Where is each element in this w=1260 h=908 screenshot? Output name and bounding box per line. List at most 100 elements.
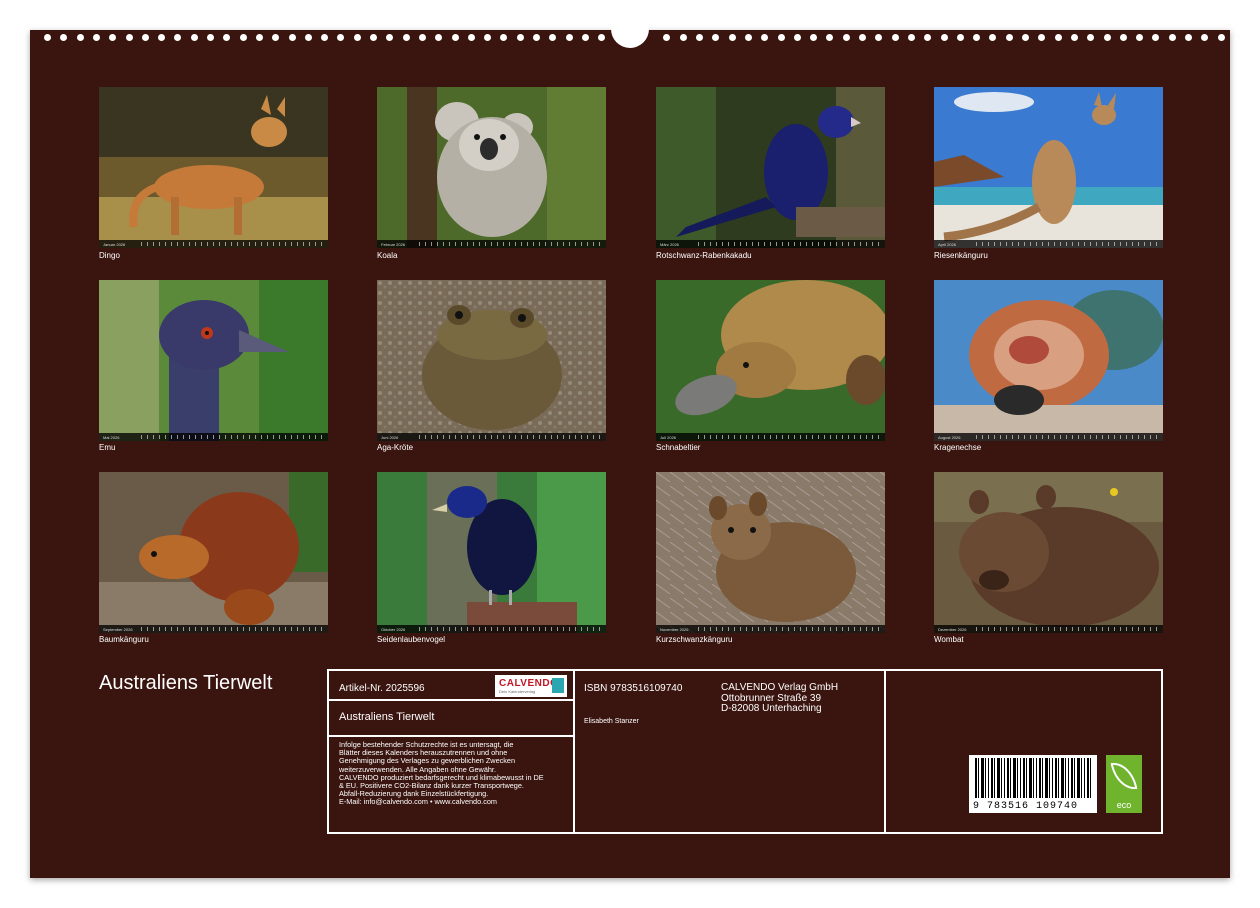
photo-emu: Mai 2026 [99, 280, 328, 441]
binding-hole [44, 34, 51, 41]
binding-hole [500, 34, 508, 41]
binding-hole [826, 34, 834, 41]
caption: Riesenkänguru [934, 251, 988, 260]
binding-hole [1005, 34, 1013, 41]
binding-hole [761, 34, 769, 41]
binding-hole [875, 34, 883, 41]
eco-label: eco [1116, 800, 1132, 810]
binding-hole [696, 34, 703, 41]
binding-hole [598, 34, 606, 41]
binding-hole [141, 34, 149, 41]
binding-hole [125, 34, 133, 41]
photo-bowerbird: Oktober 2026 [377, 472, 606, 633]
binding-hole [924, 34, 932, 41]
binding-hole [418, 34, 426, 41]
caption: Seidenlaubenvogel [377, 635, 446, 644]
caption: Emu [99, 443, 116, 452]
photo-cockatoo: März 2026 [656, 87, 885, 248]
month-label: Januar 2026 [103, 241, 126, 247]
calvendo-logo: CALVENDO Dein Kalenderverlag [495, 675, 567, 697]
binding-hole [435, 34, 443, 41]
photo-quokka: November 2026 [656, 472, 885, 633]
photo-frilled-lizard: August 2026 [934, 280, 1163, 441]
caption: Dingo [99, 251, 120, 260]
binding-hole [793, 34, 801, 41]
month-label: Juli 2026 [660, 434, 677, 440]
caption: Kragenechse [934, 443, 982, 452]
binding-hole [940, 34, 948, 41]
binding-hole [60, 34, 68, 41]
binding-hole [190, 34, 198, 41]
binding-hole [956, 34, 964, 41]
info-title: Australiens Tierwelt [339, 711, 435, 723]
binding-hole [337, 34, 345, 41]
binding-hole [907, 34, 915, 41]
binding-hole [663, 34, 671, 41]
binding-hole [1103, 34, 1111, 41]
photo-platypus: Juli 2026 [656, 280, 885, 441]
binding-hole [272, 34, 280, 41]
month-strip: Mai 2026 [99, 433, 328, 441]
binding-hole [402, 34, 410, 41]
binding-hole [174, 34, 182, 41]
caption: Baumkänguru [99, 635, 149, 644]
binding-hole [810, 34, 818, 41]
caption: Schnabeltier [656, 443, 701, 452]
eco-badge: eco [1106, 755, 1142, 813]
binding-hole [1038, 34, 1046, 41]
binding-hole [973, 34, 981, 41]
binding-hole [1217, 34, 1225, 41]
binding-hole [1119, 34, 1127, 41]
month-label: März 2026 [660, 241, 679, 247]
binding-hole [207, 34, 214, 41]
binding-hole [370, 34, 377, 41]
calendar-title: Australiens Tierwelt [99, 672, 273, 694]
month-label: Mai 2026 [103, 434, 120, 440]
binding-hole [1070, 34, 1078, 41]
publisher-address: CALVENDO Verlag GmbH Ottobrunner Straße 3… [721, 682, 839, 715]
binding-hole [92, 34, 100, 41]
binding-hole [288, 34, 296, 41]
publisher-line: D-82008 Unterhaching [721, 703, 822, 714]
binding-hole [565, 34, 573, 41]
binding-hole [109, 34, 117, 41]
info-box: Artikel-Nr. 2025596 CALVENDO Dein Kalend… [327, 669, 1163, 834]
binding-hole [1168, 34, 1176, 41]
month-strip: Januar 2026 [99, 240, 328, 248]
binding-hole [1201, 34, 1209, 41]
binding-hole [549, 34, 557, 41]
article-number: Artikel-Nr. 2025596 [339, 683, 425, 694]
photo-tree-kangaroo: September 2026 [99, 472, 328, 633]
binding-hole [304, 34, 312, 41]
photo-toad: Juni 2026 [377, 280, 606, 441]
binding-hole [158, 34, 166, 41]
month-label: November 2026 [660, 626, 689, 632]
legal-text: Infolge bestehender Schutzrechte ist es … [339, 740, 569, 807]
author: Elisabeth Stanzer [584, 718, 639, 725]
month-label: Oktober 2026 [381, 626, 406, 632]
binding-hole [842, 34, 850, 41]
month-strip: Oktober 2026 [377, 625, 606, 633]
month-strip: Juni 2026 [377, 433, 606, 441]
month-label: August 2026 [938, 434, 961, 440]
publisher-line: CALVENDO Verlag GmbH [721, 682, 839, 693]
binding-hole [223, 34, 231, 41]
binding-hole [712, 34, 720, 41]
binding-hole [467, 34, 475, 41]
photo-kangaroo: April 2026 [934, 87, 1163, 248]
photo-koala: Februar 2026 [377, 87, 606, 248]
month-strip: Dezember 2026 [934, 625, 1163, 633]
month-strip: Juli 2026 [656, 433, 885, 441]
photo-wombat: Dezember 2026 [934, 472, 1163, 633]
caption: Kurzschwanzkänguru [656, 635, 733, 644]
binding-hole [679, 34, 687, 41]
photo-dingo: Januar 2026 [99, 87, 328, 248]
binding-hole [255, 34, 263, 41]
month-strip: August 2026 [934, 433, 1163, 441]
month-label: Dezember 2026 [938, 626, 967, 632]
month-strip: November 2026 [656, 625, 885, 633]
barcode-number: 9 783516 109740 [973, 801, 1079, 812]
binding-hole [321, 34, 329, 41]
calendar-back-page: Januar 2026 Dingo Februar 2026 Koala Mär… [30, 16, 1230, 878]
binding-hole [1087, 34, 1095, 41]
